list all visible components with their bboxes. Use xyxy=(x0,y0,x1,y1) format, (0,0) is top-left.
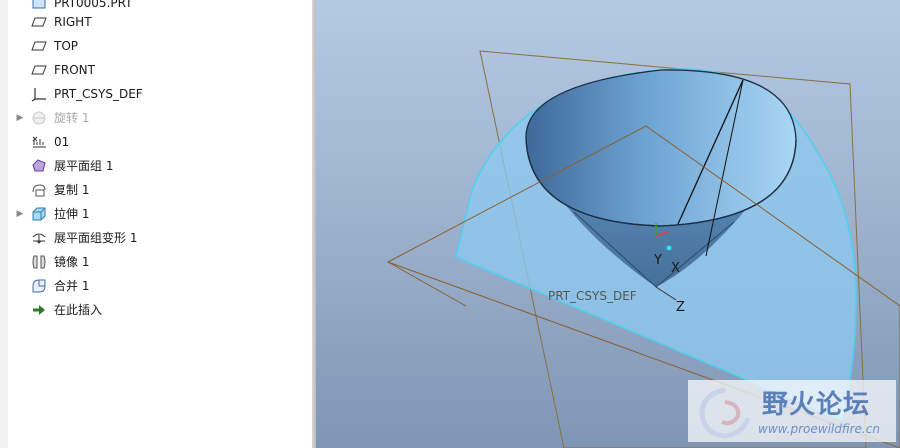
graphics-viewport[interactable]: Y X Z PRT_CSYS_DEF 野火论坛 www.proewildfire… xyxy=(316,0,900,448)
tree-item-mirror[interactable]: 镜像 1 xyxy=(14,251,310,273)
sketch-icon xyxy=(30,133,48,151)
tree-left-edge xyxy=(0,0,8,448)
datum-plane-top-edge xyxy=(387,261,467,307)
tree-item-top[interactable]: TOP xyxy=(14,35,310,57)
tree-item-label: 合并 1 xyxy=(54,279,90,293)
tree-item-csys[interactable]: PRT_CSYS_DEF xyxy=(14,83,310,105)
forum-watermark: 野火论坛 www.proewildfire.cn xyxy=(688,380,896,442)
tree-item-right[interactable]: RIGHT xyxy=(14,11,310,33)
watermark-logo-icon xyxy=(699,387,751,439)
revolve-icon xyxy=(30,109,48,127)
watermark-title: 野火论坛 xyxy=(762,390,871,420)
model-tree-panel: PRT0005.PRT RIGHT TOP FRONT PRT_CSYS_DEF… xyxy=(0,0,312,448)
tree-item-insert-here[interactable]: 在此插入 xyxy=(14,299,310,321)
tree-item-revolve[interactable]: ▶ 旋转 1 xyxy=(14,107,310,129)
axis-x-label: X xyxy=(671,261,680,276)
cone-interior[interactable] xyxy=(525,69,797,227)
flatten-quilt-icon xyxy=(30,157,48,175)
extrude-icon xyxy=(30,205,48,223)
flatten-deform-icon xyxy=(30,229,48,247)
tree-item-label: 01 xyxy=(54,135,70,149)
tree-item-label: 展平面组 1 xyxy=(54,159,114,173)
tree-item-flatten-quilt[interactable]: 展平面组 1 xyxy=(14,155,310,177)
expand-arrow-icon[interactable]: ▶ xyxy=(14,209,26,219)
csys-label: PRT_CSYS_DEF xyxy=(548,289,637,303)
tree-item-flatten-deform[interactable]: 展平面组变形 1 xyxy=(14,227,310,249)
tree-item-label: 镜像 1 xyxy=(54,255,90,269)
merge-icon xyxy=(30,277,48,295)
tree-item-label: TOP xyxy=(54,39,79,53)
insert-here-arrow-icon xyxy=(30,301,48,319)
csys-origin xyxy=(666,245,672,251)
datum-plane-icon xyxy=(30,37,48,55)
tree-item-label: 复制 1 xyxy=(54,183,90,197)
watermark-url: www.proewildfire.cn xyxy=(758,422,880,436)
tree-item-copy[interactable]: 复制 1 xyxy=(14,179,310,201)
tree-item-label: 拉伸 1 xyxy=(54,207,90,221)
datum-plane-icon xyxy=(30,61,48,79)
tree-item-label: FRONT xyxy=(54,63,95,77)
tree-item-front[interactable]: FRONT xyxy=(14,59,310,81)
tree-item-label: RIGHT xyxy=(54,15,92,29)
datum-plane-icon xyxy=(30,13,48,31)
expand-arrow-icon[interactable]: ▶ xyxy=(14,113,26,123)
axis-z-label: Z xyxy=(676,300,685,315)
tree-item-sketch[interactable]: 01 xyxy=(14,131,310,153)
coordinate-system-icon xyxy=(30,85,48,103)
axis-y-label: Y xyxy=(654,253,662,268)
tree-item-label: 在此插入 xyxy=(54,303,103,317)
tree-item-label: 展平面组变形 1 xyxy=(54,231,138,245)
tree-item-label: 旋转 1 xyxy=(54,111,90,125)
tree-item-extrude[interactable]: ▶ 拉伸 1 xyxy=(14,203,310,225)
copy-icon xyxy=(30,181,48,199)
mirror-icon xyxy=(30,253,48,271)
tree-item-label: PRT_CSYS_DEF xyxy=(54,87,143,101)
tree-item-merge[interactable]: 合并 1 xyxy=(14,275,310,297)
